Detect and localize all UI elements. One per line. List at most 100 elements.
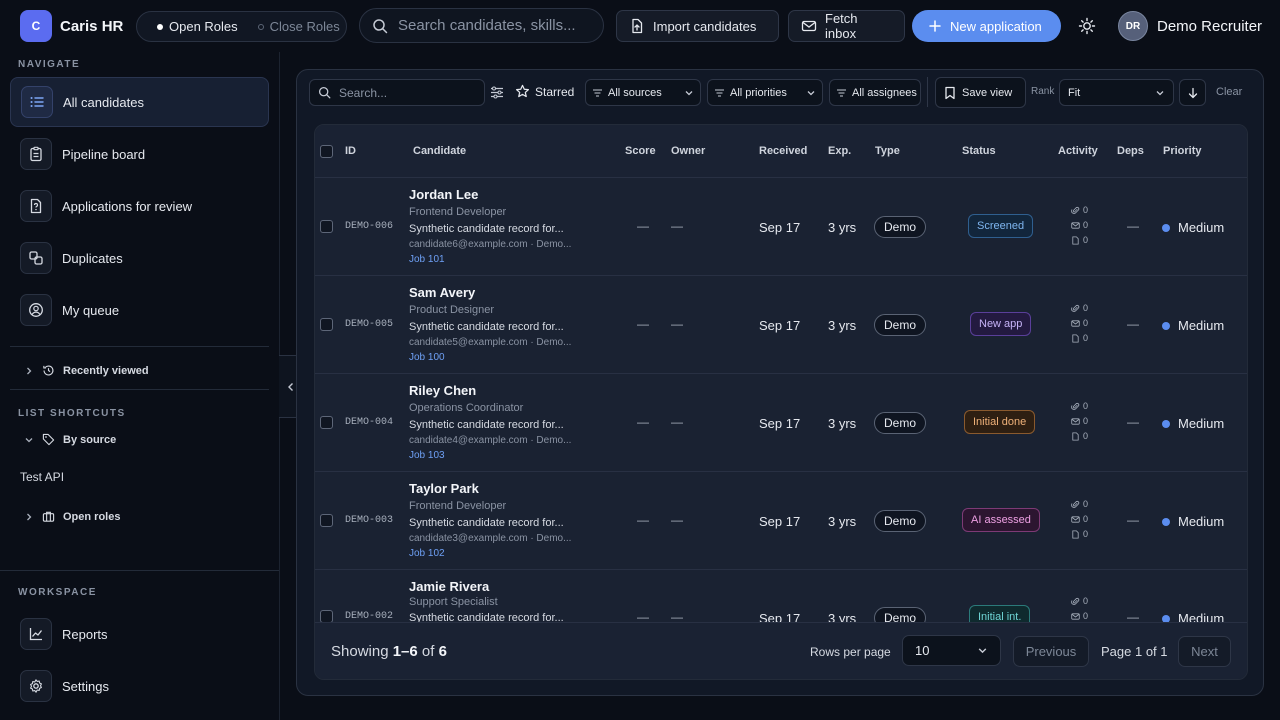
table-row[interactable]: DEMO-004 Riley Chen Operations Coordinat…	[315, 374, 1247, 472]
fetch-inbox-button[interactable]: Fetch inbox	[788, 10, 905, 42]
owner-value[interactable]: —	[671, 317, 683, 331]
priority-indicator[interactable]: Medium	[1162, 514, 1224, 529]
priority-label: Medium	[1178, 514, 1225, 529]
avatar[interactable]: DR	[1118, 11, 1148, 41]
column-header-priority[interactable]: Priority	[1163, 145, 1202, 157]
open-roles-shortcut-toggle[interactable]: Open roles	[24, 510, 120, 523]
note-icon	[1071, 432, 1080, 441]
rows-per-page-value: 10	[915, 643, 930, 658]
row-checkbox[interactable]	[320, 416, 333, 429]
sidebar-item-my-queue[interactable]: My queue	[10, 285, 269, 335]
sidebar-item-test-api[interactable]: Test API	[20, 470, 64, 484]
starred-filter-button[interactable]: Starred	[515, 84, 574, 99]
owner-value[interactable]: —	[671, 513, 683, 527]
column-header-activity[interactable]: Activity	[1058, 145, 1098, 157]
briefcase-icon	[42, 510, 55, 523]
sidebar-item-pipeline-board[interactable]: Pipeline board	[10, 129, 269, 179]
rank-select[interactable]: Fit	[1059, 79, 1174, 106]
candidate-name[interactable]: Jamie Rivera	[409, 579, 489, 594]
candidate-email: candidate6@example.com · Demo...	[409, 239, 572, 250]
column-header-deps[interactable]: Deps	[1117, 145, 1144, 157]
filter-icon	[592, 88, 603, 98]
priority-dot-icon	[1162, 321, 1170, 330]
import-candidates-button[interactable]: Import candidates	[616, 10, 779, 42]
save-view-label: Save view	[962, 86, 1013, 99]
candidates-panel: Starred All sources All priorities All a…	[296, 69, 1264, 696]
candidate-id: DEMO-004	[345, 417, 394, 428]
rows-per-page-select[interactable]: 10	[902, 635, 1001, 666]
select-all-checkbox[interactable]	[320, 145, 333, 158]
filter-sliders-icon[interactable]	[490, 86, 504, 99]
plus-icon	[928, 19, 942, 33]
new-application-button[interactable]: New application	[912, 10, 1061, 42]
sort-direction-button[interactable]	[1179, 79, 1206, 106]
candidate-name[interactable]: Sam Avery	[409, 285, 475, 300]
avatar-initials: DR	[1125, 20, 1141, 32]
recently-viewed-toggle[interactable]: Recently viewed	[24, 364, 149, 377]
table-row[interactable]: DEMO-006 Jordan Lee Frontend Developer S…	[315, 178, 1247, 276]
sidebar-item-all-candidates[interactable]: All candidates	[10, 77, 269, 127]
row-checkbox[interactable]	[320, 220, 333, 233]
candidate-job-link[interactable]: Job 101	[409, 254, 445, 265]
star-icon	[515, 84, 530, 99]
page-info: Page 1 of 1	[1101, 644, 1168, 659]
candidate-name[interactable]: Taylor Park	[409, 481, 479, 496]
status-badge[interactable]: Initial done	[964, 410, 1036, 434]
column-header-score[interactable]: Score	[625, 145, 656, 157]
status-badge[interactable]: Screened	[968, 214, 1034, 238]
column-header-candidate[interactable]: Candidate	[413, 145, 466, 157]
table-header: ID Candidate Score Owner Received Exp. T…	[315, 125, 1247, 178]
paperclip-icon	[1071, 500, 1080, 509]
sidebar-item-duplicates[interactable]: Duplicates	[10, 233, 269, 283]
sources-filter-select[interactable]: All sources	[585, 79, 701, 106]
chevron-down-icon	[806, 88, 816, 98]
priority-indicator[interactable]: Medium	[1162, 220, 1224, 235]
candidate-name[interactable]: Riley Chen	[409, 383, 476, 398]
status-badge[interactable]: AI assessed	[962, 508, 1040, 532]
activity-counts: 0 0 0	[1071, 399, 1088, 444]
priority-indicator[interactable]: Medium	[1162, 318, 1224, 333]
table-row[interactable]: DEMO-003 Taylor Park Frontend Developer …	[315, 472, 1247, 570]
candidate-name[interactable]: Jordan Lee	[409, 187, 478, 202]
sidebar-item-applications-for-review[interactable]: Applications for review	[10, 181, 269, 231]
received-date: Sep 17	[759, 416, 801, 431]
next-page-button[interactable]: Next	[1178, 636, 1231, 667]
column-header-id[interactable]: ID	[345, 145, 356, 157]
owner-value[interactable]: —	[671, 415, 683, 429]
status-badge[interactable]: New app	[970, 312, 1032, 336]
clear-filters-button[interactable]: Clear	[1216, 86, 1242, 98]
received-date: Sep 17	[759, 318, 801, 333]
assignees-filter-select[interactable]: All assignees	[829, 79, 921, 106]
divider	[10, 346, 269, 347]
row-checkbox[interactable]	[320, 514, 333, 527]
app-logo[interactable]: C	[20, 10, 52, 42]
open-roles-toggle[interactable]: Open Roles	[151, 19, 244, 34]
note-count: 0	[1083, 333, 1089, 343]
owner-value[interactable]: —	[671, 219, 683, 233]
row-checkbox[interactable]	[320, 318, 333, 331]
previous-page-button[interactable]: Previous	[1013, 636, 1089, 667]
sidebar-item-settings[interactable]: Settings	[10, 661, 269, 711]
table-row[interactable]: DEMO-005 Sam Avery Product Designer Synt…	[315, 276, 1247, 374]
sidebar-item-reports[interactable]: Reports	[10, 609, 269, 659]
column-header-received[interactable]: Received	[759, 145, 807, 157]
note-count: 0	[1083, 529, 1089, 539]
priorities-filter-select[interactable]: All priorities	[707, 79, 823, 106]
mail-icon	[1071, 221, 1080, 230]
save-view-button[interactable]: Save view	[935, 77, 1026, 108]
by-source-toggle[interactable]: By source	[24, 433, 116, 446]
candidate-job-link[interactable]: Job 102	[409, 548, 445, 559]
priority-indicator[interactable]: Medium	[1162, 416, 1224, 431]
user-name[interactable]: Demo Recruiter	[1157, 18, 1262, 35]
column-header-owner[interactable]: Owner	[671, 145, 705, 157]
table-search-input[interactable]	[339, 85, 479, 100]
close-roles-toggle[interactable]: Close Roles	[252, 19, 346, 34]
column-header-status[interactable]: Status	[962, 145, 996, 157]
global-search-input[interactable]	[398, 17, 578, 34]
note-count: 0	[1083, 431, 1089, 441]
column-header-exp[interactable]: Exp.	[828, 145, 851, 157]
candidate-job-link[interactable]: Job 100	[409, 352, 445, 363]
theme-toggle-sun-icon[interactable]	[1078, 17, 1096, 35]
candidate-job-link[interactable]: Job 103	[409, 450, 445, 461]
column-header-type[interactable]: Type	[875, 145, 900, 157]
